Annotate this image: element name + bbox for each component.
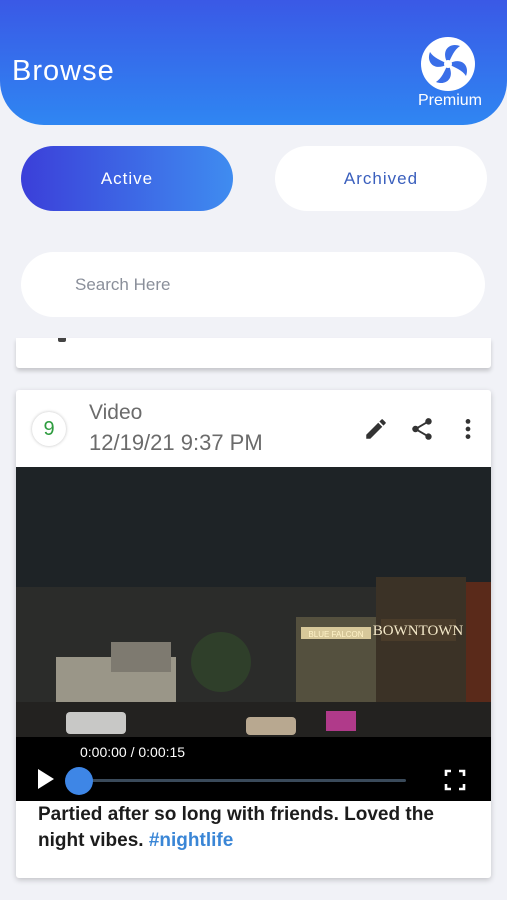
app-header: Browse Premium: [0, 0, 507, 125]
video-timecode: 0:00:00 / 0:00:15: [80, 744, 186, 760]
seek-bar[interactable]: [71, 779, 406, 782]
page-title: Browse: [12, 55, 115, 87]
post-type-label: Video: [89, 401, 143, 424]
seek-handle[interactable]: [65, 767, 93, 795]
video-player[interactable]: BOWNTOWN BLUE FALCON 0:00:00 / 0:00:15: [16, 467, 491, 801]
previous-post-card[interactable]: [16, 338, 491, 368]
more-vertical-icon[interactable]: [455, 416, 481, 442]
downtown-sign: BOWNTOWN: [373, 623, 464, 639]
previous-card-text-fragment: [58, 338, 66, 342]
fullscreen-icon[interactable]: [444, 769, 466, 791]
post-number-badge: 9: [32, 412, 66, 446]
post-caption: Partied after so long with friends. Love…: [38, 802, 478, 854]
tab-archived[interactable]: Archived: [275, 146, 487, 211]
caption-text: Partied after so long with friends. Love…: [38, 804, 434, 851]
search-input[interactable]: [75, 274, 435, 295]
post-card[interactable]: 9 Video 12/19/21 9:37 PM BOWNTOWN BLUE F…: [16, 390, 491, 878]
video-frame-night-street: BOWNTOWN BLUE FALCON: [16, 467, 491, 737]
video-controls: 0:00:00 / 0:00:15: [16, 737, 491, 801]
app-logo-icon[interactable]: [420, 36, 476, 92]
play-icon[interactable]: [36, 767, 56, 791]
falcon-sign: BLUE FALCON: [308, 630, 363, 639]
pencil-icon[interactable]: [363, 416, 389, 442]
premium-label[interactable]: Premium: [418, 92, 482, 110]
search-bar[interactable]: [21, 252, 485, 317]
share-icon[interactable]: [409, 416, 435, 442]
hashtag-link[interactable]: #nightlife: [149, 830, 233, 851]
tab-active[interactable]: Active: [21, 146, 233, 211]
post-date: 12/19/21 9:37 PM: [89, 430, 263, 455]
